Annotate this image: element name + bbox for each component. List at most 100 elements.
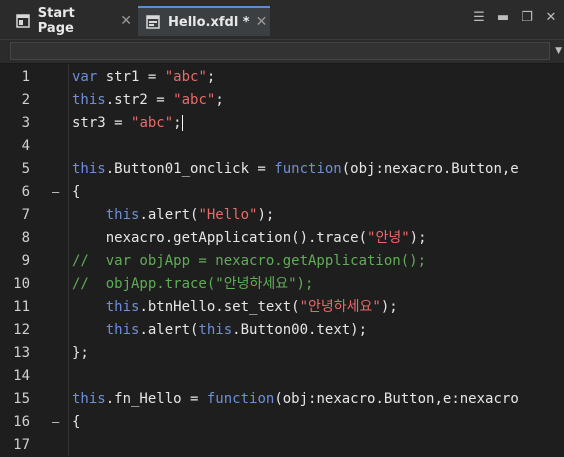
- line-number: 14: [13, 368, 30, 384]
- line-number: 3: [21, 115, 30, 131]
- code-line[interactable]: 11 this.btnHello.set_text("안녕하세요");: [0, 296, 564, 319]
- line-number: 9: [21, 253, 30, 269]
- code-token: function: [206, 391, 275, 407]
- form-file-icon: [144, 13, 162, 31]
- code-token: "abc": [131, 115, 174, 131]
- code-text: // var objApp = nexacro.getApplication()…: [72, 250, 426, 273]
- code-line[interactable]: 10 // objApp.trace("안녕하세요");: [0, 273, 564, 296]
- tab-hello-xfdl[interactable]: Hello.xfdl * ✕: [138, 6, 270, 36]
- code-token: nexacro.getApplication().trace(: [72, 230, 368, 246]
- line-number: 15: [13, 391, 30, 407]
- code-line[interactable]: 3 str3 = "abc";: [0, 112, 564, 135]
- code-line[interactable]: 1 var str1 = "abc";: [0, 66, 564, 89]
- tab-label: Hello.xfdl *: [168, 14, 250, 30]
- close-icon[interactable]: ✕: [256, 14, 268, 30]
- line-number: 8: [21, 230, 30, 246]
- code-token: "Hello": [198, 207, 258, 223]
- line-number: 10: [13, 276, 30, 292]
- code-token: .Button01_onclick =: [105, 161, 275, 177]
- text-caret: [181, 115, 183, 131]
- code-line[interactable]: 17: [0, 434, 564, 457]
- code-text: this.fn_Hello = function(obj:nexacro.But…: [72, 388, 519, 411]
- window-controls: ☰ ▬ ❐ ✕: [472, 10, 558, 25]
- code-token: {: [72, 414, 81, 430]
- code-token: .fn_Hello =: [105, 391, 207, 407]
- code-line[interactable]: 7 this.alert("Hello");: [0, 204, 564, 227]
- code-line[interactable]: 13};: [0, 342, 564, 365]
- code-token: .alert(: [139, 207, 199, 223]
- line-number: 12: [13, 322, 30, 338]
- code-text: // objApp.trace("안녕하세요");: [72, 273, 313, 296]
- close-icon[interactable]: ✕: [544, 10, 558, 25]
- tab-label: Start Page: [37, 6, 75, 36]
- code-line[interactable]: 16 — {: [0, 411, 564, 434]
- code-text: str3 = "abc";: [72, 112, 183, 135]
- code-token: .str2 =: [105, 92, 174, 108]
- line-number: 6: [21, 184, 30, 200]
- line-number: 5: [21, 161, 30, 177]
- code-text: this.str2 = "abc";: [72, 89, 224, 112]
- line-number: 11: [13, 299, 30, 315]
- line-number: 1: [21, 69, 30, 85]
- member-dropdown[interactable]: [10, 42, 550, 60]
- code-token: this: [105, 207, 140, 223]
- code-token: {: [72, 184, 81, 200]
- code-token: "안녕": [367, 230, 410, 246]
- code-token: this: [105, 322, 140, 338]
- chevron-down-icon[interactable]: ▼: [555, 46, 562, 56]
- code-text: this.btnHello.set_text("안녕하세요");: [72, 296, 398, 319]
- code-token: (obj:nexacro.Button,e: [341, 161, 519, 177]
- line-number: 16: [13, 414, 30, 430]
- code-line[interactable]: 4: [0, 135, 564, 158]
- code-line[interactable]: 8 nexacro.getApplication().trace("안녕");: [0, 227, 564, 250]
- close-icon[interactable]: ✕: [120, 13, 132, 29]
- code-text: nexacro.getApplication().trace("안녕");: [72, 227, 427, 250]
- code-token: );: [409, 230, 427, 246]
- line-number: 2: [21, 92, 30, 108]
- code-token: function: [274, 161, 342, 177]
- fold-marker-icon[interactable]: —: [52, 181, 59, 204]
- code-token: // var objApp = nexacro.getApplication()…: [72, 253, 427, 269]
- code-token: .alert(: [139, 322, 199, 338]
- line-number: 13: [13, 345, 30, 361]
- code-token: var: [72, 69, 98, 85]
- code-text: {: [72, 181, 80, 204]
- code-token: this: [72, 92, 106, 108]
- code-line[interactable]: 12 this.alert(this.Button00.text);: [0, 319, 564, 342]
- code-line[interactable]: 5 this.Button01_onclick = function(obj:ne…: [0, 158, 564, 181]
- code-token: ;: [173, 115, 182, 131]
- start-page-icon: [14, 12, 32, 30]
- code-editor[interactable]: 1 var str1 = "abc"; 2 this.str2 = "abc"; 3st…: [0, 64, 564, 456]
- fold-marker-icon[interactable]: —: [52, 411, 59, 434]
- tab-start-page[interactable]: Start Page ✕: [8, 6, 132, 36]
- code-line[interactable]: 15 this.fn_Hello = function(obj:nexacro.B…: [0, 388, 564, 411]
- code-token: "abc": [173, 92, 216, 108]
- restore-icon[interactable]: ❐: [520, 10, 534, 25]
- code-token: ;: [206, 69, 216, 85]
- code-token: .Button00.text);: [232, 322, 368, 338]
- code-text: var str1 = "abc";: [72, 66, 215, 89]
- code-line[interactable]: 9 // var objApp = nexacro.getApplication(…: [0, 250, 564, 273]
- code-line[interactable]: 6 — {: [0, 181, 564, 204]
- code-token: };: [72, 345, 89, 361]
- code-line[interactable]: 2 this.str2 = "abc";: [0, 89, 564, 112]
- code-text: this.Button01_onclick = function(obj:nex…: [72, 158, 519, 181]
- code-token: str3 =: [72, 115, 132, 131]
- code-token: str1 =: [97, 69, 165, 85]
- menu-list-icon[interactable]: ☰: [472, 10, 486, 25]
- code-token: .btnHello.set_text(: [139, 299, 300, 315]
- line-number: 4: [21, 138, 30, 154]
- code-token: this: [198, 322, 233, 338]
- code-text: this.alert("Hello");: [72, 204, 275, 227]
- code-token: this: [72, 161, 106, 177]
- line-number: 17: [13, 437, 30, 453]
- code-token: );: [380, 299, 398, 315]
- code-token: this: [105, 299, 140, 315]
- code-token: );: [257, 207, 275, 223]
- minimize-icon[interactable]: ▬: [496, 10, 510, 25]
- code-line[interactable]: 14: [0, 365, 564, 388]
- code-token: this: [72, 391, 106, 407]
- code-token: ;: [215, 92, 224, 108]
